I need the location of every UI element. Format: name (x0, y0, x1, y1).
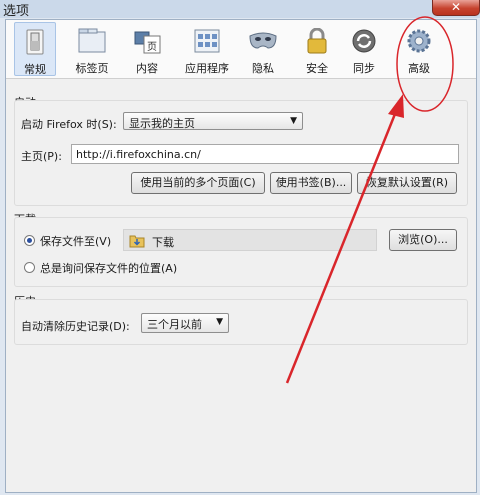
highlight-circle (396, 16, 454, 112)
annotation-overlay (285, 16, 454, 384)
annotation-arrow-shaft (285, 103, 401, 384)
annotation-arrow-head (388, 94, 404, 118)
